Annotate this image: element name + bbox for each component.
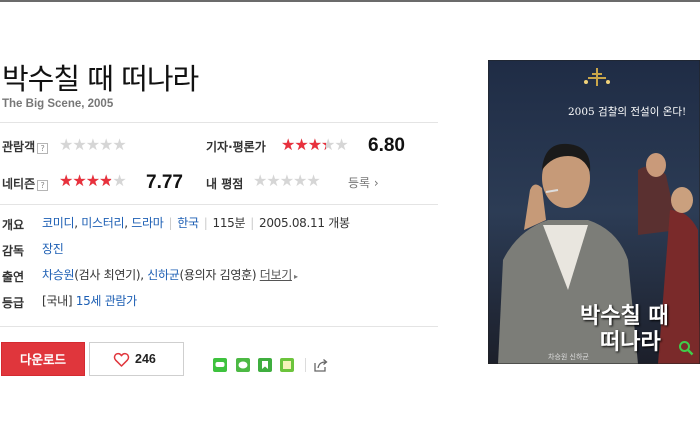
movie-poster[interactable]: 2005 검찰의 전설이 온다! 박수칠 때 떠나라 차승원 신하균 (488, 60, 700, 364)
help-icon[interactable]: ? (37, 180, 49, 191)
my-rating-stars[interactable]: ★★★★★ ★★★★★ (253, 171, 321, 190)
director-link[interactable]: 장진 (42, 242, 64, 256)
director-row: 장진 (42, 240, 64, 257)
divider (0, 204, 438, 205)
overview-row: 코미디, 미스터리, 드라마 | 한국 | 115분 | 2005.08.11 개봉 (42, 214, 350, 231)
poster-credits: 차승원 신하균 (548, 353, 589, 361)
heart-icon (113, 352, 130, 367)
critic-score: 6.80 (368, 135, 405, 156)
netizen-score: 7.77 (146, 172, 183, 193)
divider (0, 122, 438, 123)
register-rating-link[interactable]: 등록 › (348, 174, 379, 191)
grade-link[interactable]: 15세 관람가 (76, 294, 137, 308)
audience-stars: ★★★★★ ★★★★★ (59, 135, 127, 154)
country-link[interactable]: 한국 (177, 216, 199, 230)
separator: | (250, 216, 254, 230)
actor-link[interactable]: 차승원 (42, 268, 75, 282)
download-button[interactable]: 다운로드 (1, 342, 85, 376)
page-title: 박수칠 때 떠나라 (2, 62, 199, 96)
release-date: 2005.08.11 개봉 (258, 216, 350, 230)
chevron-right-icon: › (373, 176, 379, 190)
bookmark-share-icon[interactable] (258, 358, 272, 372)
star-fill: ★★★★★ (281, 137, 326, 153)
grade-region: [국내] (42, 294, 73, 308)
genre-link[interactable]: 미스터리 (81, 216, 124, 230)
share-divider (305, 358, 306, 372)
actor-link[interactable]: 신하균 (147, 268, 180, 282)
star-track: ★★★★★ (59, 135, 127, 154)
top-border (0, 0, 700, 2)
kakaotalk-share-icon[interactable] (236, 358, 250, 372)
english-title-year: The Big Scene, 2005 (2, 98, 114, 110)
grade-label: 등급 (2, 296, 25, 310)
cast-row: 차승원(검사 최연기), 신하균(용의자 김영훈) 더보기 ▸ (42, 266, 298, 283)
genre-label: 개요 (2, 218, 25, 232)
genre-link[interactable]: 코미디 (42, 216, 75, 230)
like-button[interactable]: 246 (89, 342, 184, 376)
separator: | (168, 216, 173, 230)
director-label: 감독 (2, 244, 25, 258)
register-label: 등록 (348, 176, 371, 190)
more-cast-link[interactable]: 더보기 (260, 268, 293, 282)
like-count: 246 (135, 352, 156, 366)
line-share-icon[interactable] (213, 358, 227, 372)
actor-role: (용의자 김영훈) (179, 268, 257, 282)
critic-rating-label: 기자·평론가 (206, 140, 266, 154)
star-fill: ★★★★★ (59, 173, 111, 189)
poster-headline: 2005 검찰의 전설이 온다! (568, 106, 687, 118)
actor-role: (검사 최연기) (74, 268, 141, 282)
help-icon[interactable]: ? (37, 143, 49, 154)
poster-title-line2: 떠나라 (600, 330, 661, 355)
audience-label-text: 관람객 (2, 140, 36, 154)
grade-row: [국내] 15세 관람가 (42, 292, 137, 309)
magnifier-icon[interactable] (678, 340, 694, 356)
my-rating-label: 내 평점 (206, 177, 244, 191)
critic-stars: ★★★★★ ★★★★★ (281, 137, 349, 153)
memo-share-icon[interactable] (280, 358, 294, 372)
genre-link[interactable]: 드라마 (131, 216, 164, 230)
share-export-icon[interactable] (314, 358, 328, 372)
netizen-label-text: 네티즌 (2, 177, 36, 191)
runtime: 115분 (212, 216, 246, 230)
divider (0, 326, 438, 327)
cast-label: 출연 (2, 270, 25, 284)
star-track: ★★★★★ (253, 171, 321, 190)
triangle-right-icon: ▸ (293, 272, 298, 281)
separator: | (203, 216, 208, 230)
netizen-rating-label: 네티즌? (2, 175, 49, 192)
netizen-stars: ★★★★★ ★★★★★ (59, 173, 127, 189)
audience-rating-label: 관람객? (2, 138, 49, 155)
